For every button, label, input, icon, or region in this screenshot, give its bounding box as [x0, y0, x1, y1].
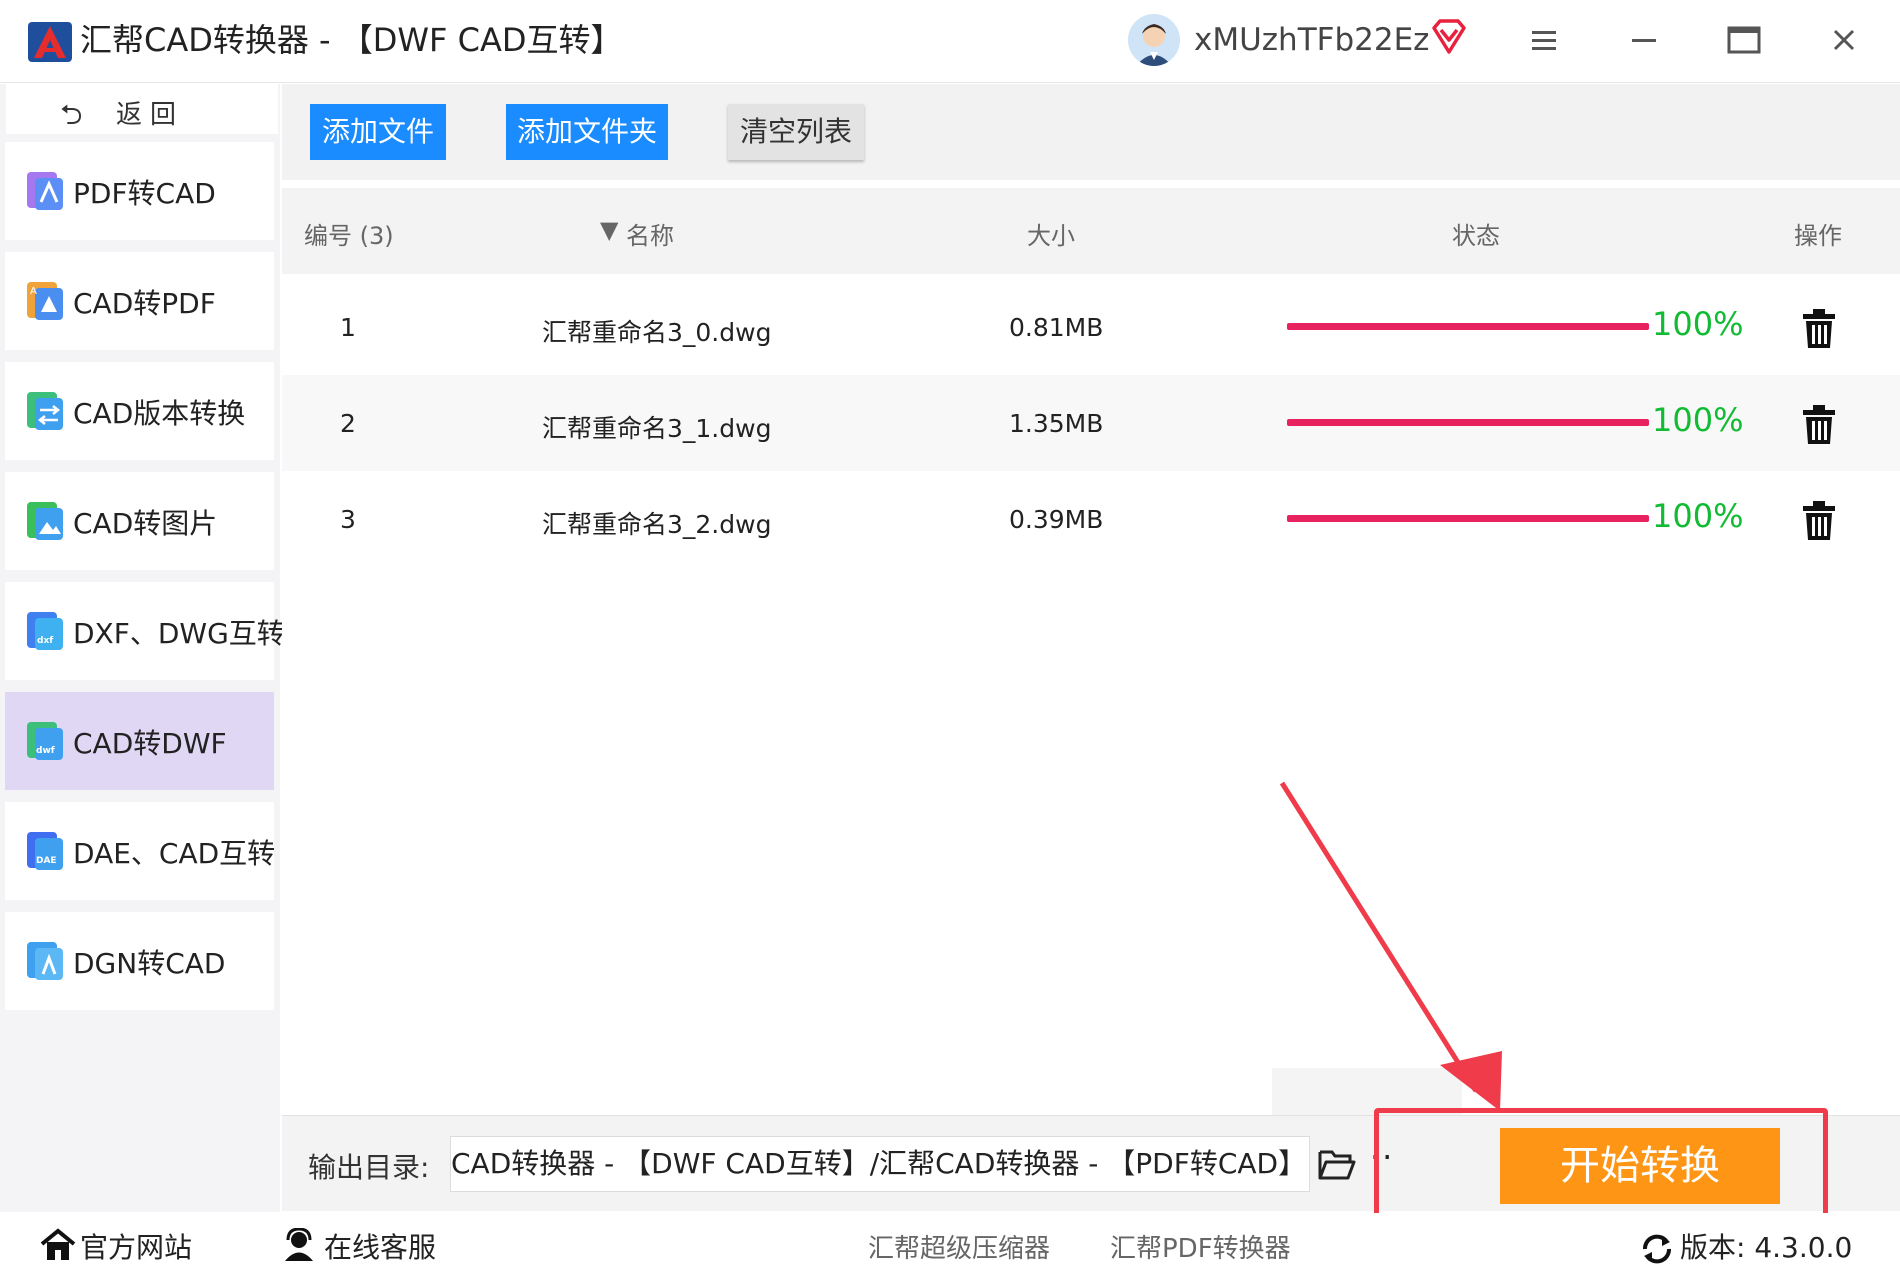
table-row[interactable]: 1 汇帮重命名3_0.dwg 0.81MB 100%: [282, 279, 1900, 375]
cad-version-icon: [27, 392, 63, 430]
sidebar-item-label: DGN转CAD: [73, 947, 226, 980]
refresh-icon[interactable]: [1640, 1232, 1674, 1266]
svg-text:A: A: [30, 286, 37, 297]
back-button[interactable]: ⮌ 返回: [6, 84, 278, 134]
progress-percent: 100%: [1652, 497, 1744, 535]
header-status: 状态: [1452, 222, 1500, 250]
row-size: 0.39MB: [1009, 505, 1104, 534]
header-index: 编号 (3): [304, 222, 394, 250]
svg-text:dwf: dwf: [36, 746, 55, 756]
delete-trash-icon[interactable]: [1802, 309, 1836, 349]
support-link[interactable]: 在线客服: [324, 1226, 436, 1266]
sidebar-item-label: CAD转图片: [73, 507, 218, 540]
progress-percent: 100%: [1652, 401, 1744, 439]
header-name[interactable]: 名称: [626, 216, 674, 251]
cad-to-image-icon: [27, 502, 63, 540]
sidebar-item-cad-to-image[interactable]: CAD转图片: [5, 472, 274, 570]
menu-icon[interactable]: [1524, 20, 1564, 60]
username[interactable]: xMUzhTFb22Ez: [1194, 20, 1429, 60]
delete-trash-icon[interactable]: [1802, 405, 1836, 445]
output-dir-field[interactable]: CAD转换器 - 【DWF CAD互转】/汇帮CAD转换器 - 【PDF转CAD…: [450, 1136, 1310, 1192]
sidebar-item-cad-version[interactable]: CAD版本转换: [5, 362, 274, 460]
window-title: 汇帮CAD转换器 - 【DWF CAD互转】: [80, 21, 623, 59]
sidebar-item-dae-cad[interactable]: DAE DAE、CAD互转: [5, 802, 276, 900]
header-size: 大小: [1027, 222, 1075, 250]
delete-trash-icon[interactable]: [1802, 501, 1836, 541]
vip-diamond-icon[interactable]: [1430, 18, 1468, 56]
compressor-link[interactable]: 汇帮超级压缩器: [868, 1228, 1050, 1265]
home-icon[interactable]: [40, 1228, 76, 1262]
sidebar-item-dxf-dwg[interactable]: dxf DXF、DWG互转: [5, 582, 285, 680]
row-index: 1: [340, 313, 356, 342]
progress-percent: 100%: [1652, 305, 1744, 343]
dgn-to-cad-icon: [27, 942, 63, 980]
back-arrow-icon: ⮌: [60, 98, 83, 131]
minimize-icon[interactable]: [1624, 20, 1664, 60]
table-row[interactable]: 3 汇帮重命名3_2.dwg 0.39MB 100%: [282, 471, 1900, 567]
row-size: 0.81MB: [1009, 313, 1104, 342]
sidebar-item-label: CAD版本转换: [73, 397, 246, 430]
sidebar-item-label: DAE、CAD互转: [73, 837, 276, 870]
sidebar-item-label: CAD转DWF: [73, 727, 227, 760]
close-icon[interactable]: [1824, 20, 1864, 60]
row-size: 1.35MB: [1009, 409, 1104, 438]
sidebar-item-label: CAD转PDF: [73, 287, 216, 320]
customer-service-icon[interactable]: [282, 1228, 316, 1262]
clear-list-button[interactable]: 清空列表: [728, 104, 864, 160]
row-filename: 汇帮重命名3_2.dwg: [542, 510, 772, 539]
sidebar-item-cad-to-dwf[interactable]: dwf CAD转DWF: [5, 692, 274, 790]
progress-bar: [1287, 419, 1649, 426]
sidebar-item-cad-to-pdf[interactable]: A CAD转PDF: [5, 252, 274, 350]
dxf-dwg-icon: dxf: [27, 612, 63, 650]
progress-bar: [1287, 323, 1649, 330]
back-label: 返回: [116, 100, 185, 130]
pdf-converter-link[interactable]: 汇帮PDF转换器: [1110, 1228, 1291, 1265]
website-link[interactable]: 官方网站: [80, 1226, 192, 1266]
row-filename: 汇帮重命名3_0.dwg: [542, 318, 772, 347]
dae-cad-icon: DAE: [27, 832, 63, 870]
header-action: 操作: [1794, 222, 1842, 250]
progress-bar: [1287, 515, 1649, 522]
add-folder-button[interactable]: 添加文件夹: [506, 104, 668, 160]
app-logo-icon: [28, 22, 72, 62]
table-row[interactable]: 2 汇帮重命名3_1.dwg 1.35MB 100%: [282, 375, 1900, 471]
sort-desc-icon[interactable]: ▼: [600, 216, 618, 244]
sidebar-item-label: DXF、DWG互转: [73, 617, 285, 650]
svg-text:DAE: DAE: [36, 856, 57, 866]
folder-open-icon[interactable]: [1318, 1148, 1356, 1180]
sidebar-item-pdf-to-cad[interactable]: PDF转CAD: [5, 142, 274, 240]
row-index: 3: [340, 505, 356, 534]
title-bar: 汇帮CAD转换器 - 【DWF CAD互转】 xMUzhTFb22Ez: [0, 0, 1900, 83]
avatar-icon: [1128, 14, 1180, 66]
row-index: 2: [340, 409, 356, 438]
output-dir-label: 输出目录:: [308, 1151, 430, 1184]
pdf-to-cad-icon: [27, 172, 63, 210]
cad-to-dwf-icon: dwf: [27, 722, 63, 760]
table-header: 编号 (3) ▼ 名称 大小 状态 操作: [282, 188, 1900, 274]
sidebar-item-label: PDF转CAD: [73, 177, 216, 210]
annotation-arrow: [1279, 781, 1502, 1111]
version-label: 版本: 4.3.0.0: [1680, 1231, 1853, 1264]
row-filename: 汇帮重命名3_1.dwg: [542, 414, 772, 443]
user-avatar[interactable]: [1128, 14, 1180, 66]
svg-text:dxf: dxf: [37, 636, 53, 646]
sidebar-item-dgn-to-cad[interactable]: DGN转CAD: [5, 912, 274, 1010]
add-file-button[interactable]: 添加文件: [310, 104, 446, 160]
maximize-icon[interactable]: [1724, 20, 1764, 60]
cad-to-pdf-icon: A: [27, 282, 63, 320]
